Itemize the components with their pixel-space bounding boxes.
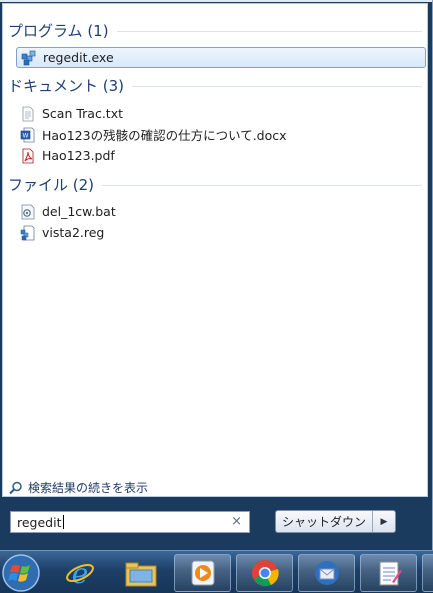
- start-orb[interactable]: [0, 552, 42, 593]
- svg-text:e: e: [71, 557, 88, 589]
- shutdown-options-arrow-icon[interactable]: ▶: [373, 511, 395, 532]
- regedit-icon: [21, 50, 37, 66]
- text-file-icon: [20, 106, 36, 122]
- taskbar-item-partial[interactable]: [422, 554, 433, 592]
- shutdown-label[interactable]: シャットダウン: [276, 511, 373, 532]
- group-header-files[interactable]: ファイル (2): [8, 173, 422, 195]
- group-title: ドキュメント (3): [8, 76, 125, 95]
- result-label: regedit.exe: [43, 50, 114, 65]
- file-explorer-icon[interactable]: [112, 554, 169, 592]
- shutdown-button[interactable]: シャットダウン ▶: [275, 510, 396, 533]
- see-more-label: 検索結果の続きを表示: [28, 481, 149, 495]
- divider: [132, 86, 422, 87]
- result-item-regedit[interactable]: regedit.exe: [16, 47, 426, 68]
- group-header-documents[interactable]: ドキュメント (3): [8, 74, 422, 96]
- group-title: プログラム (1): [8, 21, 109, 40]
- thunderbird-icon[interactable]: [298, 554, 355, 592]
- search-input[interactable]: regedit ×: [10, 511, 250, 533]
- chrome-icon[interactable]: [236, 554, 293, 592]
- svg-text:W: W: [23, 133, 29, 139]
- divider: [116, 31, 422, 32]
- group-header-programs[interactable]: プログラム (1): [8, 19, 422, 41]
- pdf-file-icon: [20, 148, 36, 164]
- divider: [102, 185, 422, 186]
- result-label: Scan Trac.txt: [42, 106, 124, 121]
- group-title: ファイル (2): [8, 175, 95, 194]
- start-menu: プログラム (1) regedit.exe ドキュメント (3) Scan Tr…: [0, 0, 433, 550]
- magnifier-icon: [9, 481, 23, 495]
- result-item-vista2-reg[interactable]: vista2.reg: [16, 222, 426, 243]
- see-more-results-link[interactable]: 検索結果の続きを表示: [9, 479, 148, 496]
- search-results-panel: プログラム (1) regedit.exe ドキュメント (3) Scan Tr…: [2, 3, 428, 497]
- result-label: Hao123.pdf: [42, 148, 115, 163]
- result-label: vista2.reg: [42, 225, 105, 240]
- word-document-icon: W: [20, 127, 36, 143]
- text-caret: [62, 515, 64, 529]
- result-item-hao123-pdf[interactable]: Hao123.pdf: [16, 145, 426, 166]
- internet-explorer-icon[interactable]: e: [51, 554, 108, 592]
- result-item-scan-trac[interactable]: Scan Trac.txt: [16, 103, 426, 124]
- notepad-icon[interactable]: [360, 554, 417, 592]
- taskbar: e: [0, 550, 433, 593]
- result-label: Hao123の残骸の確認の仕方について.docx: [42, 128, 287, 143]
- result-item-del-1cw[interactable]: del_1cw.bat: [16, 201, 426, 222]
- batch-file-icon: [20, 204, 36, 220]
- search-value: regedit: [17, 514, 62, 530]
- media-player-icon[interactable]: [174, 554, 231, 592]
- result-item-hao123-docx[interactable]: W Hao123の残骸の確認の仕方について.docx: [16, 124, 426, 145]
- registry-file-icon: [20, 225, 36, 241]
- result-label: del_1cw.bat: [42, 204, 116, 219]
- clear-search-icon[interactable]: ×: [231, 514, 242, 529]
